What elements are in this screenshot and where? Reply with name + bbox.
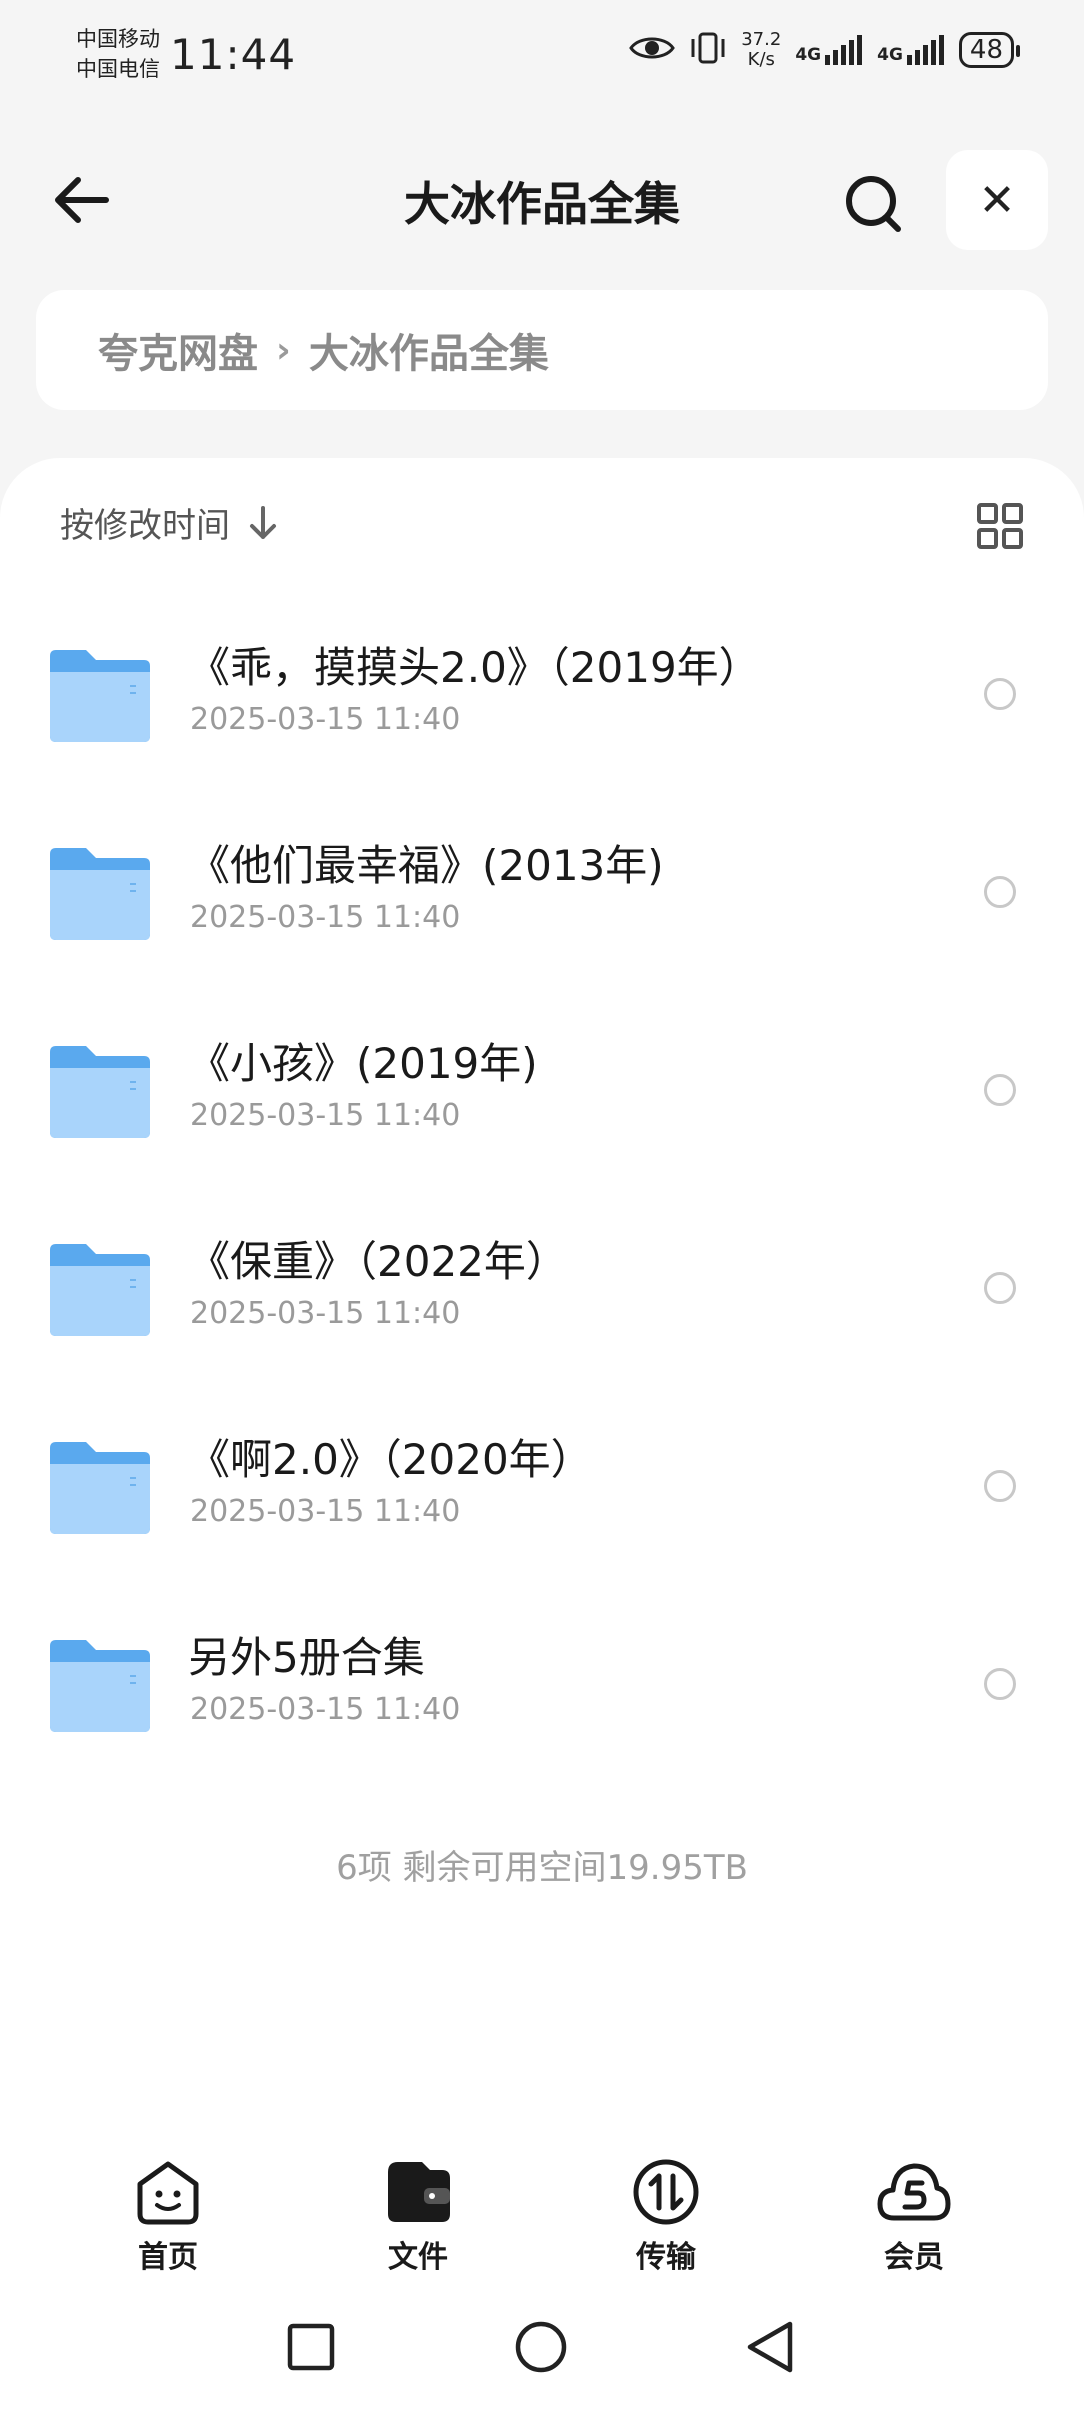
folder-date: 2025-03-15 11:40 [190, 900, 461, 935]
carrier-1: 中国移动 [76, 27, 160, 51]
status-bar: 中国移动 中国电信 11:44 37.2 K/s 4G 4G 48 [0, 0, 1084, 110]
bottom-nav: 首页 文件 传输 会员 [0, 2118, 1084, 2288]
signal-1: 4G [795, 35, 863, 65]
status-time: 11:44 [170, 30, 297, 79]
breadcrumb-item-current[interactable]: 大冰作品全集 [309, 321, 549, 379]
nav-member-label: 会员 [884, 2240, 944, 2275]
folder-date: 2025-03-15 11:40 [190, 1692, 461, 1727]
grid-view-icon [977, 503, 1023, 549]
vibrate-icon [689, 31, 727, 69]
folder-icon [50, 1046, 150, 1138]
folder-date: 2025-03-15 11:40 [190, 1098, 461, 1133]
grid-view-toggle[interactable] [976, 502, 1024, 550]
folder-icon [50, 650, 150, 742]
recent-apps-icon[interactable] [286, 2322, 336, 2372]
select-checkbox[interactable] [984, 876, 1016, 908]
folder-name: 《小孩》(2019年) [188, 1039, 538, 1088]
breadcrumb: 夸克网盘 › 大冰作品全集 [36, 290, 1048, 410]
folder-name: 《保重》（2022年） [188, 1237, 568, 1286]
folder-icon [50, 1640, 150, 1732]
nav-transfer-label: 传输 [636, 2240, 696, 2275]
sort-label: 按修改时间 [60, 506, 230, 546]
nav-home[interactable]: 首页 [98, 2158, 238, 2276]
breadcrumb-item-root[interactable]: 夸克网盘 [98, 321, 258, 379]
breadcrumb-separator: › [276, 329, 291, 371]
folder-icon [50, 1442, 150, 1534]
nav-files-label: 文件 [388, 2240, 448, 2275]
sort-button[interactable]: 按修改时间 [60, 498, 278, 547]
status-icons: 37.2 K/s 4G 4G 48 [629, 29, 1021, 70]
folder-row[interactable]: 《保重》（2022年） 2025-03-15 11:40 [0, 1192, 1084, 1390]
folder-row[interactable]: 《乖，摸摸头2.0》（2019年） 2025-03-15 11:40 [0, 598, 1084, 796]
cloud-member-icon [877, 2163, 951, 2221]
storage-summary: 6项 剩余可用空间19.95TB [336, 1848, 748, 1888]
folder-date: 2025-03-15 11:40 [190, 1296, 461, 1331]
folder-name: 《乖，摸摸头2.0》（2019年） [188, 643, 761, 692]
folder-icon [50, 848, 150, 940]
system-nav-bar [0, 2288, 1084, 2412]
network-speed: 37.2 K/s [741, 29, 782, 70]
file-list: 《乖，摸摸头2.0》（2019年） 2025-03-15 11:40 《他们最幸… [0, 598, 1084, 1786]
signal-bars-icon [906, 35, 944, 65]
folder-name: 《他们最幸福》(2013年) [188, 841, 664, 890]
folder-icon [50, 1244, 150, 1336]
folder-date: 2025-03-15 11:40 [190, 702, 461, 737]
arrow-down-icon [250, 505, 276, 539]
folder-name: 《啊2.0》（2020年） [188, 1435, 593, 1484]
folder-row[interactable]: 《小孩》(2019年) 2025-03-15 11:40 [0, 994, 1084, 1192]
signal-2: 4G [877, 35, 945, 65]
home-face-icon [137, 2161, 199, 2225]
select-checkbox[interactable] [984, 1470, 1016, 1502]
header: 大冰作品全集 ✕ [0, 140, 1084, 260]
wallet-folder-icon [388, 2162, 450, 2222]
close-button[interactable]: ✕ [946, 150, 1048, 250]
folder-date: 2025-03-15 11:40 [190, 1494, 461, 1529]
folder-row[interactable]: 另外5册合集 2025-03-15 11:40 [0, 1588, 1084, 1786]
nav-files[interactable]: 文件 [348, 2158, 488, 2276]
search-button[interactable] [838, 168, 910, 240]
select-checkbox[interactable] [984, 1272, 1016, 1304]
nav-transfer[interactable]: 传输 [596, 2158, 736, 2276]
select-checkbox[interactable] [984, 1668, 1016, 1700]
folder-name: 另外5册合集 [188, 1633, 425, 1682]
close-icon: ✕ [978, 174, 1016, 226]
home-circle-icon[interactable] [514, 2320, 568, 2374]
select-checkbox[interactable] [984, 1074, 1016, 1106]
transfer-icon [633, 2159, 699, 2225]
nav-member[interactable]: 会员 [844, 2158, 984, 2276]
search-icon [846, 176, 901, 232]
folder-row[interactable]: 《啊2.0》（2020年） 2025-03-15 11:40 [0, 1390, 1084, 1588]
file-list-panel: 按修改时间 《乖，摸摸头2.0》（2019年） 2025-03-15 11:40… [0, 458, 1084, 2118]
carrier-2: 中国电信 [76, 57, 160, 81]
signal-bars-icon [825, 35, 863, 65]
page-title: 大冰作品全集 [404, 177, 680, 231]
eye-icon [629, 33, 676, 67]
carrier-info: 中国移动 中国电信 [76, 24, 160, 84]
nav-home-label: 首页 [138, 2240, 198, 2275]
battery-indicator: 48 [958, 32, 1021, 68]
back-triangle-icon[interactable] [744, 2320, 796, 2374]
select-checkbox[interactable] [984, 678, 1016, 710]
folder-row[interactable]: 《他们最幸福》(2013年) 2025-03-15 11:40 [0, 796, 1084, 994]
